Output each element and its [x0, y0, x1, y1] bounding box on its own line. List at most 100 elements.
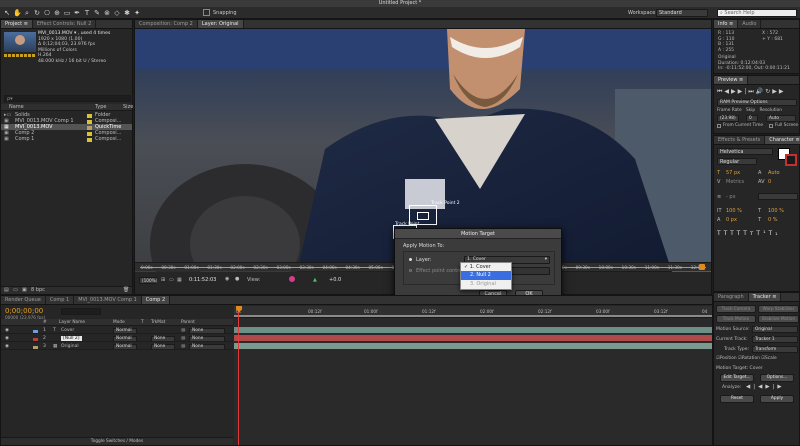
timeline-search-input[interactable]: [61, 308, 101, 315]
tab-tracker[interactable]: Tracker ≡: [748, 293, 782, 301]
menu-item-null-2[interactable]: 2. Null 2: [461, 271, 511, 280]
clone-stamp-tool-icon[interactable]: ⊗: [103, 9, 111, 17]
layer-name[interactable]: [Null 2]: [61, 335, 82, 341]
region-of-interest-icon[interactable]: ▭: [169, 277, 174, 283]
type-tool-icon[interactable]: T: [83, 9, 91, 17]
time-graph-ruler[interactable]: 0s 00:12f 01:00f 01:12f 02:00f 02:12f 03…: [234, 306, 712, 318]
transparency-grid-icon[interactable]: ▦: [177, 277, 182, 283]
project-search-input[interactable]: ρ▾: [4, 95, 131, 102]
parent-pickwhip-icon[interactable]: @: [181, 327, 186, 333]
layer-parent-select[interactable]: None: [189, 343, 225, 349]
delta-offset-display[interactable]: +0.0: [329, 277, 341, 283]
leading-value[interactable]: Auto: [768, 170, 780, 176]
pan-behind-tool-icon[interactable]: ⊕: [53, 9, 61, 17]
layer-bar-null-2[interactable]: [234, 335, 712, 341]
ram-preview-icon[interactable]: ▶▶: [772, 88, 785, 95]
selection-tool-icon[interactable]: ↖: [3, 9, 11, 17]
small-caps-icon[interactable]: Tт: [743, 230, 756, 237]
audio-icon[interactable]: 🔊: [756, 88, 765, 95]
tab-mvi-comp-1[interactable]: MVI_0013.MOV Comp 1: [74, 296, 142, 304]
column-size[interactable]: Size: [123, 104, 133, 111]
tab-render-queue[interactable]: Render Queue: [1, 296, 46, 304]
track-type-select[interactable]: Transform: [752, 346, 798, 353]
horizontal-scale-value[interactable]: 100 %: [768, 208, 784, 214]
tab-layer[interactable]: Layer: Original: [197, 20, 244, 28]
fill-stroke-swatches[interactable]: [778, 148, 798, 166]
track-point-2-feature-region[interactable]: [417, 212, 429, 220]
parent-pickwhip-icon[interactable]: @: [181, 343, 186, 349]
snapshot-icon[interactable]: ◉: [225, 276, 229, 282]
interpret-footage-icon[interactable]: ▤: [4, 287, 9, 294]
menu-item-cover[interactable]: ✓ 1. Cover: [461, 263, 511, 271]
ram-preview-options-select[interactable]: RAM Preview Options: [717, 99, 797, 106]
rotate-tool-icon[interactable]: ↻: [33, 9, 41, 17]
column-mode[interactable]: Mode: [113, 319, 125, 326]
layer-radio[interactable]: [409, 258, 412, 261]
layer-trkmat-select[interactable]: None: [151, 343, 175, 349]
layer-bar-cover[interactable]: [234, 327, 712, 333]
next-frame-icon[interactable]: ▶|: [738, 88, 749, 95]
from-current-checkbox[interactable]: [717, 124, 721, 128]
play-icon[interactable]: ▶: [731, 88, 738, 95]
pen-tool-icon[interactable]: ✒: [73, 9, 81, 17]
layer-parent-select[interactable]: None: [189, 335, 225, 341]
toggle-switches-modes-button[interactable]: Toggle Switches / Modes: [91, 439, 143, 444]
layer-row[interactable]: ◉ 3 ▦ Original Normal None @ None: [1, 343, 233, 350]
tracking-value[interactable]: 0: [768, 179, 771, 185]
warp-stabilizer-button[interactable]: Warp Stabilizer: [758, 305, 799, 313]
all-caps-icon[interactable]: TT: [730, 230, 743, 237]
tsume-value[interactable]: 0 %: [768, 217, 778, 223]
font-style-select[interactable]: Regular: [717, 158, 757, 165]
layer-bar-original[interactable]: [234, 343, 712, 349]
stabilize-motion-button[interactable]: Stabilize Motion: [758, 315, 799, 323]
kerning-value[interactable]: Metrics: [726, 179, 744, 185]
track-camera-button[interactable]: Track Camera: [716, 305, 756, 313]
tab-effects-presets[interactable]: Effects & Presets: [714, 136, 766, 144]
tab-project[interactable]: Project ≡: [1, 20, 33, 28]
font-size-value[interactable]: 57 px: [726, 170, 740, 176]
tab-comp-1[interactable]: Comp 1: [46, 296, 75, 304]
layer-parent-select[interactable]: None: [189, 327, 225, 333]
layer-mode-select[interactable]: Normal: [113, 327, 137, 333]
roto-brush-tool-icon[interactable]: ✱: [123, 9, 131, 17]
trash-icon[interactable]: 🗑: [123, 287, 129, 294]
analyze-forward-one-icon[interactable]: |▶: [773, 384, 785, 390]
tab-composition[interactable]: Composition: Comp 2: [135, 20, 198, 28]
full-screen-checkbox[interactable]: [769, 124, 773, 128]
column-layer-name[interactable]: Layer Name: [59, 319, 85, 326]
stroke-type-select[interactable]: [758, 193, 798, 200]
motion-source-select[interactable]: Original: [752, 326, 798, 333]
visibility-eye-icon[interactable]: ◉: [5, 327, 9, 333]
frame-rate-select[interactable]: (23.98): [717, 115, 739, 122]
hand-tool-icon[interactable]: ✋: [13, 9, 22, 17]
vertical-scale-value[interactable]: 100 %: [726, 208, 742, 214]
layer-name[interactable]: Cover: [61, 327, 74, 333]
tab-audio[interactable]: Audio: [738, 20, 762, 28]
search-help-input[interactable]: ⌕ Search Help: [717, 9, 797, 17]
resolution-select[interactable]: Auto: [766, 115, 796, 122]
tab-character[interactable]: Character ≡: [765, 136, 800, 144]
puppet-tool-icon[interactable]: ✦: [133, 9, 141, 17]
workspace-select[interactable]: Standard: [656, 9, 708, 17]
new-folder-icon[interactable]: ▭: [13, 287, 18, 294]
current-time-indicator[interactable]: [699, 264, 705, 270]
column-number[interactable]: #: [43, 319, 47, 326]
resolution-grid-icon[interactable]: ⊞: [161, 277, 165, 283]
time-graph[interactable]: 0s 00:12f 01:00f 01:12f 02:00f 02:12f 03…: [234, 306, 712, 445]
menu-item-original[interactable]: 3. Original: [461, 280, 511, 288]
layer-name[interactable]: Original: [61, 343, 79, 349]
stroke-width-value[interactable]: - px: [726, 194, 736, 200]
font-family-select[interactable]: Helvetica: [717, 148, 773, 155]
subscript-icon[interactable]: T₁: [769, 230, 781, 237]
column-name[interactable]: Name: [9, 104, 24, 111]
camera-tool-icon[interactable]: ⎔: [43, 9, 51, 17]
current-track-select[interactable]: Tracker 1: [752, 336, 798, 343]
mask-tool-icon[interactable]: ▭: [63, 9, 71, 17]
layer-mode-select[interactable]: Normal: [113, 343, 137, 349]
tracker-options-button[interactable]: Options...: [760, 374, 794, 382]
apply-button[interactable]: Apply: [760, 395, 794, 403]
reset-button[interactable]: Reset: [720, 395, 754, 403]
new-composition-icon[interactable]: ▣: [22, 287, 27, 294]
layer-trkmat-select[interactable]: None: [151, 335, 175, 341]
superscript-icon[interactable]: T¹: [756, 230, 768, 237]
